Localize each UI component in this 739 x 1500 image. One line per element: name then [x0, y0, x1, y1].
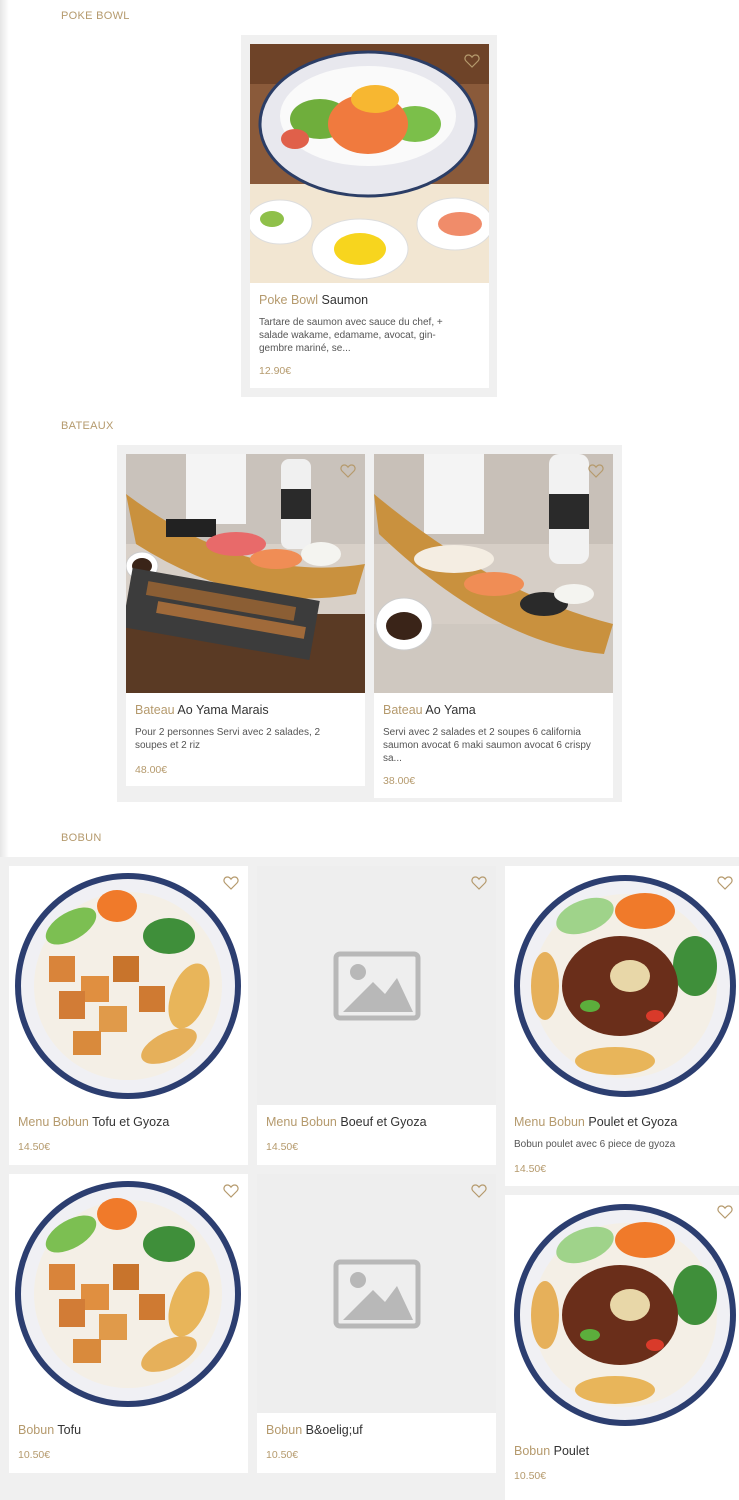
product-name: B&oelig;uf — [305, 1423, 363, 1437]
product-card[interactable]: Bateau Ao Yama Servi avec 2 salades et 2… — [374, 454, 613, 798]
bobun-tofu-photo[interactable] — [9, 866, 248, 1105]
product-name: Poulet et Gyoza — [588, 1115, 678, 1129]
section-title-bateaux: BATEAUX — [61, 420, 114, 432]
product-category: Menu Bobun — [514, 1115, 585, 1129]
favorite-heart-icon[interactable] — [223, 1183, 239, 1199]
image-placeholder[interactable] — [257, 866, 496, 1105]
product-description: Pour 2 personnes Servi avec 2 salades, 2… — [135, 727, 321, 751]
image-placeholder[interactable] — [257, 1174, 496, 1413]
product-name: Ao Yama Marais — [177, 703, 269, 717]
favorite-heart-icon[interactable] — [464, 53, 480, 69]
bobun-poulet-photo[interactable] — [505, 1195, 739, 1434]
product-card[interactable]: Menu Bobun Tofu et Gyoza 14.50€ — [9, 866, 248, 1165]
product-card[interactable]: Bobun B&oelig;uf 10.50€ — [257, 1174, 496, 1473]
product-title[interactable]: Poke Bowl Saumon — [259, 293, 368, 307]
image-placeholder-icon — [257, 866, 496, 1105]
bateaux-panel: Bateau Ao Yama Marais Pour 2 personnes S… — [117, 445, 622, 802]
favorite-heart-icon[interactable] — [471, 875, 487, 891]
product-description: Servi avec 2 salades et 2 soupes 6 calif… — [383, 727, 591, 764]
product-title[interactable]: Bateau Ao Yama — [383, 703, 476, 717]
product-category: Bobun — [514, 1444, 551, 1458]
product-category: Poke Bowl — [259, 293, 319, 307]
bobun-tofu-photo[interactable] — [9, 1174, 248, 1413]
poke-bowl-photo[interactable] — [250, 44, 489, 283]
product-category: Bateau — [383, 703, 423, 717]
product-title[interactable]: Bobun Poulet — [514, 1444, 589, 1458]
favorite-heart-icon[interactable] — [471, 1183, 487, 1199]
product-name: Tofu et Gyoza — [92, 1115, 170, 1129]
product-category: Bobun — [266, 1423, 303, 1437]
favorite-heart-icon[interactable] — [223, 875, 239, 891]
product-card[interactable]: Bobun Poulet 10.50€ — [505, 1195, 739, 1500]
bobun-panel: Menu Bobun Tofu et Gyoza 14.50€ Menu Bob… — [0, 857, 739, 1500]
product-price: 48.00€ — [135, 764, 168, 776]
product-title[interactable]: Menu Bobun Poulet et Gyoza — [514, 1115, 677, 1129]
favorite-heart-icon[interactable] — [717, 1204, 733, 1220]
product-category: Bobun — [18, 1423, 55, 1437]
product-title[interactable]: Bateau Ao Yama Marais — [135, 703, 269, 717]
product-price: 38.00€ — [383, 775, 416, 787]
product-name: Poulet — [553, 1444, 590, 1458]
favorite-heart-icon[interactable] — [340, 463, 356, 479]
product-card[interactable]: Menu Bobun Boeuf et Gyoza 14.50€ — [257, 866, 496, 1165]
product-price: 14.50€ — [514, 1163, 547, 1175]
product-card[interactable]: Bateau Ao Yama Marais Pour 2 personnes S… — [126, 454, 365, 786]
product-description: Bobun poulet avec 6 piece de gyoza — [514, 1139, 676, 1150]
favorite-heart-icon[interactable] — [717, 875, 733, 891]
product-description: Tartare de saumon avec sauce du chef, + … — [259, 317, 443, 354]
sushi-boat-photo[interactable] — [374, 454, 613, 693]
product-card[interactable]: Bobun Tofu 10.50€ — [9, 1174, 248, 1473]
product-price: 10.50€ — [514, 1470, 547, 1482]
product-price: 12.90€ — [259, 365, 292, 377]
product-name: Ao Yama — [425, 703, 476, 717]
product-price: 10.50€ — [18, 1449, 51, 1461]
product-price: 10.50€ — [266, 1449, 299, 1461]
product-title[interactable]: Menu Bobun Boeuf et Gyoza — [266, 1115, 427, 1129]
product-title[interactable]: Bobun Tofu — [18, 1423, 81, 1437]
bobun-poulet-photo[interactable] — [505, 866, 739, 1105]
product-name: Saumon — [321, 293, 369, 307]
product-card[interactable]: Poke Bowl Saumon Tartare de saumon avec … — [250, 44, 489, 388]
product-name: Tofu — [57, 1423, 82, 1437]
product-card[interactable]: Menu Bobun Poulet et Gyoza Bobun poulet … — [505, 866, 739, 1186]
product-category: Bateau — [135, 703, 175, 717]
favorite-heart-icon[interactable] — [588, 463, 604, 479]
product-price: 14.50€ — [18, 1141, 51, 1153]
product-category: Menu Bobun — [266, 1115, 337, 1129]
product-price: 14.50€ — [266, 1141, 299, 1153]
product-title[interactable]: Menu Bobun Tofu et Gyoza — [18, 1115, 169, 1129]
section-title-bobun: BOBUN — [61, 832, 102, 844]
section-title-poke-bowl: POKE BOWL — [61, 10, 130, 22]
product-title[interactable]: Bobun B&oelig;uf — [266, 1423, 363, 1437]
poke-bowl-panel: Poke Bowl Saumon Tartare de saumon avec … — [241, 35, 497, 397]
product-name: Boeuf et Gyoza — [340, 1115, 427, 1129]
product-category: Menu Bobun — [18, 1115, 89, 1129]
sushi-boat-photo[interactable] — [126, 454, 365, 693]
image-placeholder-icon — [257, 1174, 496, 1413]
